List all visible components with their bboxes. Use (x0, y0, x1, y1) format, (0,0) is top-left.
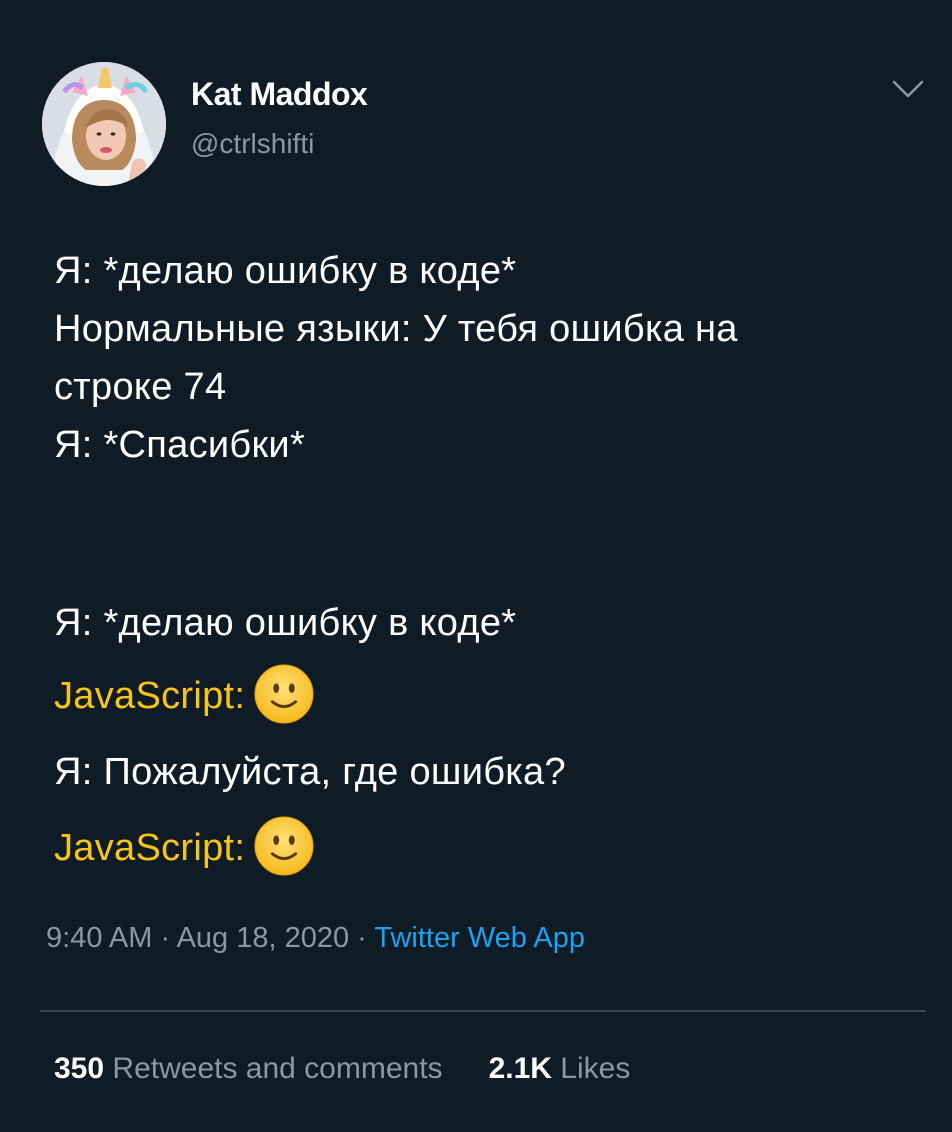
tweet-text-block-1: Я: *делаю ошибку в коде* Нормальные язык… (54, 242, 914, 474)
javascript-label: JavaScript: (54, 827, 246, 869)
author-handle[interactable]: @ctrlshifti (191, 128, 314, 160)
divider (40, 1010, 926, 1012)
tweet-line: Я: *делаю ошибку в коде* (54, 602, 517, 644)
slightly-smiling-face-icon (254, 816, 314, 876)
tweet-line: строке 74 (54, 366, 227, 408)
tweet-source-link[interactable]: Twitter Web App (374, 922, 585, 954)
tweet-stats: 350 Retweets and comments 2.1K Likes (54, 1052, 630, 1086)
separator: · (349, 922, 375, 954)
tweet-line: Я: *Спасибки* (54, 424, 306, 466)
retweets-count: 350 (54, 1052, 105, 1085)
avatar-image (42, 62, 166, 186)
likes-label: Likes (560, 1052, 631, 1085)
tweet: Kat Maddox @ctrlshifti Я: *делаю ошибку … (0, 0, 952, 1132)
chevron-down-icon[interactable] (888, 74, 928, 106)
tweet-line: Я: Пожалуйста, где ошибка? (54, 751, 566, 793)
tweet-line-js: JavaScript: (54, 654, 914, 738)
slightly-smiling-face-icon (254, 664, 314, 724)
tweet-line: Я: *делаю ошибку в коде* (54, 250, 517, 292)
javascript-label: JavaScript: (54, 675, 246, 717)
tweet-text-block-2: Я: *делаю ошибку в коде* JavaScript: Я: … (54, 592, 914, 890)
tweet-time[interactable]: 9:40 AM (46, 922, 152, 954)
author-name[interactable]: Kat Maddox (191, 76, 368, 113)
tweet-date[interactable]: Aug 18, 2020 (177, 922, 350, 954)
likes-count: 2.1K (488, 1052, 552, 1085)
retweets-stat[interactable]: 350 Retweets and comments (54, 1052, 443, 1085)
likes-stat[interactable]: 2.1K Likes (489, 1052, 631, 1085)
tweet-line: Нормальные языки: У тебя ошибка на (54, 308, 738, 350)
tweet-metadata: 9:40 AM · Aug 18, 2020 · Twitter Web App (46, 922, 585, 955)
retweets-label: Retweets and comments (112, 1052, 443, 1085)
separator: · (152, 922, 177, 954)
tweet-line-js: JavaScript: (54, 806, 914, 890)
avatar[interactable] (42, 62, 166, 186)
